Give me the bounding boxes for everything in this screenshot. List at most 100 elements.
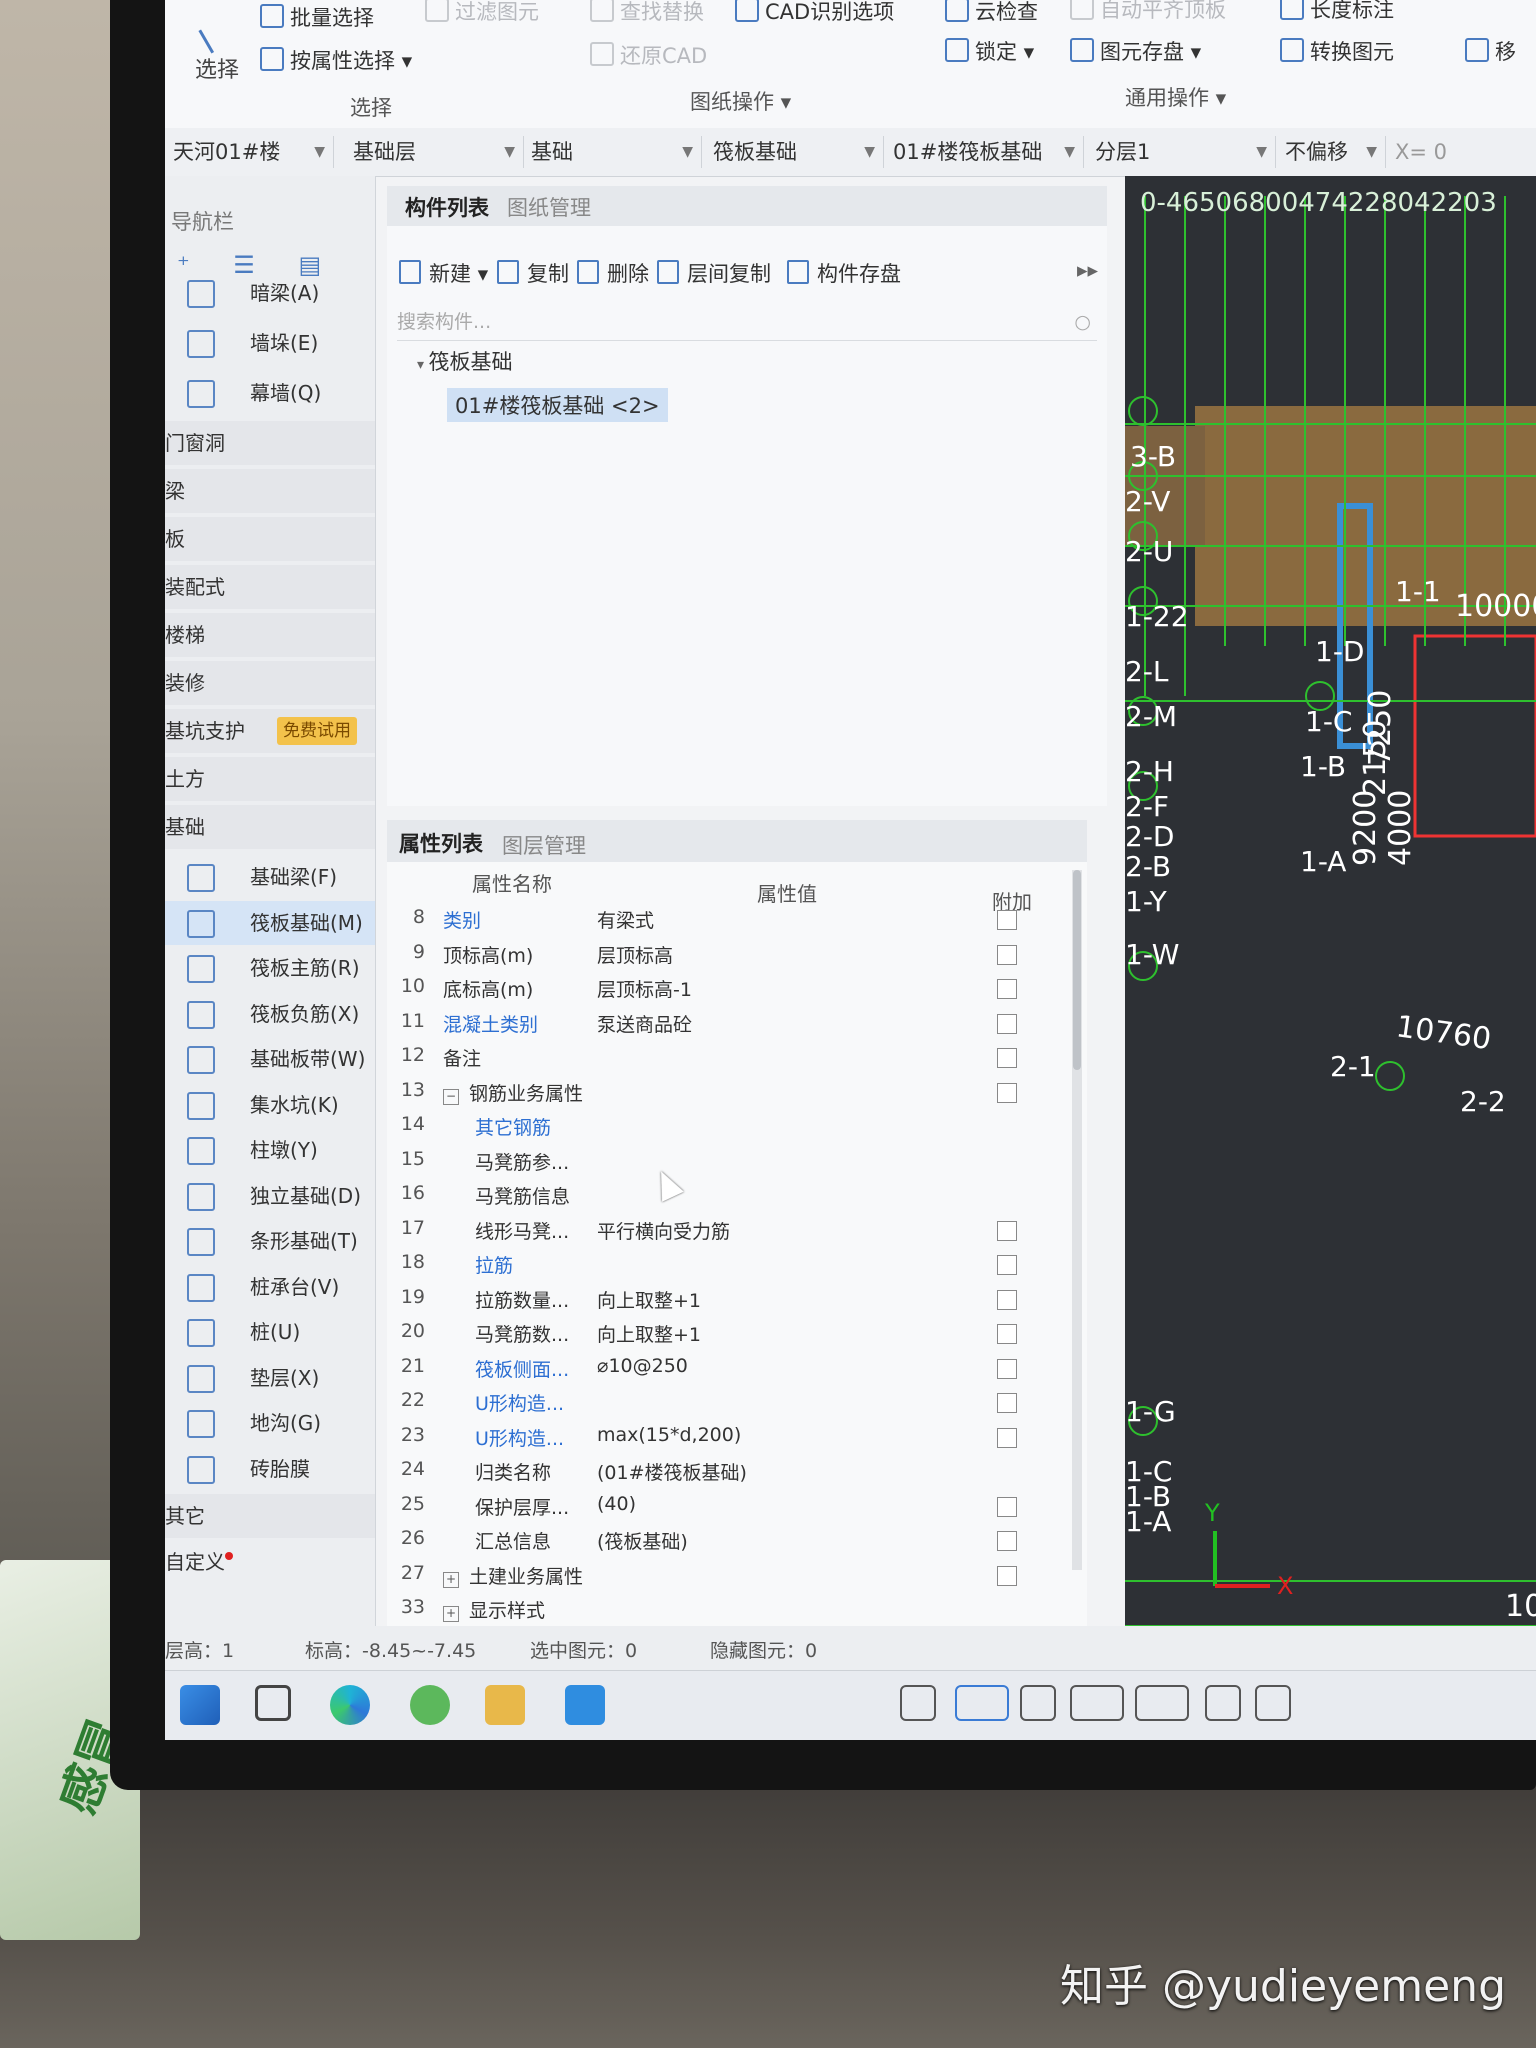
property-row[interactable]: 14 其它钢筋 <box>387 1113 1067 1147</box>
nav-category[interactable]: 土方 <box>165 757 375 801</box>
nav-item-raft-foundation[interactable]: 筏板基础(M) <box>165 900 375 945</box>
nav-item-isolated-footing[interactable]: 独立基础(D) <box>165 1174 375 1218</box>
offset-tool-icon[interactable] <box>1135 1685 1189 1721</box>
extra-checkbox[interactable] <box>997 1427 1017 1448</box>
property-row[interactable]: 19 拉筋数量... 向上取整+1 <box>387 1286 1067 1320</box>
expand-toggle-icon[interactable]: − <box>443 1088 459 1105</box>
tab-component-list[interactable]: 构件列表 <box>405 192 489 222</box>
property-value[interactable]: 向上取整+1 <box>597 1320 701 1347</box>
property-value[interactable]: 向上取整+1 <box>597 1286 701 1313</box>
new-button[interactable]: 新建 ▾ <box>399 258 488 288</box>
building-select[interactable]: 天河01#楼 ▼ <box>165 136 334 168</box>
find-replace-button[interactable]: 查找替换 <box>590 0 704 26</box>
offset-select[interactable]: 不偏移 ▼ <box>1277 136 1386 168</box>
extra-checkbox[interactable] <box>997 1531 1017 1551</box>
glodon-app-icon[interactable] <box>565 1685 605 1725</box>
property-value[interactable]: max(15*d,200) <box>597 1424 741 1446</box>
select-box-icon[interactable] <box>955 1685 1009 1721</box>
cross-select-icon[interactable] <box>1020 1685 1056 1721</box>
property-row[interactable]: 24 归类名称 (01#楼筏板基础) <box>387 1458 1067 1492</box>
scrollbar-thumb[interactable] <box>1073 870 1081 1070</box>
type-select[interactable]: 筏板基础 ▼ <box>705 136 884 168</box>
nav-item-raft-negative-rebar[interactable]: 筏板负筋(X) <box>165 992 375 1036</box>
move-button[interactable]: 移 <box>1465 36 1516 66</box>
property-value[interactable]: 平行横向受力筋 <box>597 1217 730 1244</box>
nav-category[interactable]: 基础 <box>165 805 375 849</box>
property-value[interactable]: 层顶标高-1 <box>597 975 692 1002</box>
snap-tool-icon[interactable] <box>900 1685 936 1721</box>
extra-checkbox[interactable] <box>997 1255 1017 1275</box>
nav-item-trench[interactable]: 地沟(G) <box>165 1401 375 1445</box>
batch-select-button[interactable]: 批量选择 <box>260 2 374 32</box>
property-value[interactable]: ⌀10@250 <box>597 1355 688 1377</box>
nav-category[interactable]: 基坑支护 免费试用 <box>165 709 375 753</box>
extra-checkbox[interactable] <box>997 944 1017 965</box>
edge-browser-icon[interactable] <box>330 1685 370 1725</box>
tab-property-list[interactable]: 属性列表 <box>399 828 483 858</box>
property-value[interactable]: 泵送商品砼 <box>597 1010 692 1037</box>
nav-category[interactable]: 楼梯 <box>165 613 375 657</box>
property-value[interactable]: 有梁式 <box>597 906 654 933</box>
trial-badge[interactable]: 免费试用 <box>277 717 357 745</box>
nav-category[interactable]: 装配式 <box>165 565 375 609</box>
extra-checkbox[interactable] <box>997 1013 1017 1034</box>
property-row[interactable]: 8 类别 有梁式 <box>387 906 1067 940</box>
extra-checkbox[interactable] <box>997 1220 1017 1241</box>
extra-checkbox[interactable] <box>997 1289 1017 1310</box>
extra-checkbox[interactable] <box>997 1048 1017 1068</box>
extra-checkbox[interactable] <box>997 1082 1017 1103</box>
start-icon[interactable] <box>180 1685 220 1725</box>
tree-node-selected-component[interactable]: 01#楼筏板基础 <2> <box>447 388 668 422</box>
extra-checkbox[interactable] <box>997 1565 1017 1586</box>
property-row[interactable]: 15 马凳筋参... <box>387 1148 1067 1182</box>
nav-category[interactable]: 装修 <box>165 661 375 705</box>
nav-item-foundation-strip[interactable]: 基础板带(W) <box>165 1037 375 1081</box>
property-row[interactable]: 13− 钢筋业务属性 <box>387 1079 1067 1113</box>
copy-button[interactable]: 复制 <box>497 258 569 288</box>
nav-category[interactable]: 板 <box>165 517 375 561</box>
display-tool-icon[interactable] <box>1205 1685 1241 1721</box>
tab-drawing-management[interactable]: 图纸管理 <box>507 192 591 222</box>
nav-item-sump-pit[interactable]: 集水坑(K) <box>165 1083 375 1127</box>
lock-button[interactable]: 锁定 ▾ <box>945 36 1034 66</box>
cad-options-button[interactable]: CAD识别选项 <box>735 0 894 26</box>
property-value[interactable]: (筏板基础) <box>597 1527 688 1554</box>
filter-button[interactable]: 过滤图元 <box>425 0 539 26</box>
extra-checkbox[interactable] <box>997 1393 1017 1413</box>
cloud-check-button[interactable]: 云检查 <box>945 0 1038 26</box>
convert-element-button[interactable]: 转换图元 <box>1280 36 1394 66</box>
property-value[interactable]: (40) <box>597 1493 636 1515</box>
property-row[interactable]: 11 混凝土类别 泵送商品砼 <box>387 1010 1067 1044</box>
property-scrollbar[interactable] <box>1072 870 1082 1570</box>
component-save-button[interactable]: 构件存盘 <box>787 258 901 288</box>
property-value[interactable]: 层顶标高 <box>597 941 673 968</box>
expand-toggle-icon[interactable]: + <box>443 1606 459 1622</box>
layer-select[interactable]: 分层1 ▼ <box>1087 136 1276 168</box>
nav-item-foundation-beam[interactable]: 基础梁(F) <box>165 855 375 899</box>
floor-select[interactable]: 基础层 ▼ <box>345 136 524 168</box>
nav-item-hidden-beam[interactable]: 暗梁(A) <box>165 271 375 315</box>
nav-item-raft-main-rebar[interactable]: 筏板主筋(R) <box>165 946 375 990</box>
nav-item-pile[interactable]: 桩(U) <box>165 1310 375 1354</box>
property-row[interactable]: 33 + 显示样式 <box>387 1596 1067 1630</box>
property-row[interactable]: 12 备注 <box>387 1044 1067 1078</box>
expand-toggle-icon[interactable]: + <box>443 1571 459 1588</box>
property-row[interactable]: 27 + 土建业务属性 <box>387 1562 1067 1596</box>
component-select[interactable]: 01#楼筏板基础 ▼ <box>885 136 1084 168</box>
select-by-attr-button[interactable]: 按属性选择 ▾ <box>260 45 412 75</box>
property-row[interactable]: 25 保护层厚... (40) <box>387 1493 1067 1527</box>
extra-checkbox[interactable] <box>997 1324 1017 1344</box>
property-row[interactable]: 22 U形构造... <box>387 1389 1067 1423</box>
extra-checkbox[interactable] <box>997 910 1017 930</box>
delete-button[interactable]: 删除 <box>577 258 649 288</box>
category-select[interactable]: 基础 ▼ <box>523 136 702 168</box>
ie-browser-icon[interactable] <box>410 1685 450 1725</box>
nav-item-cushion[interactable]: 垫层(X) <box>165 1356 375 1400</box>
x-offset-field[interactable]: X= 0 <box>1387 136 1535 168</box>
property-row[interactable]: 21 筏板侧面... ⌀10@250 <box>387 1355 1067 1389</box>
nav-category[interactable]: 梁 <box>165 469 375 513</box>
nav-category-other[interactable]: 其它 <box>165 1494 375 1538</box>
nav-item-wall-pier[interactable]: 墙垛(E) <box>165 321 375 365</box>
task-view-icon[interactable] <box>255 1685 291 1721</box>
extra-checkbox[interactable] <box>997 1358 1017 1379</box>
